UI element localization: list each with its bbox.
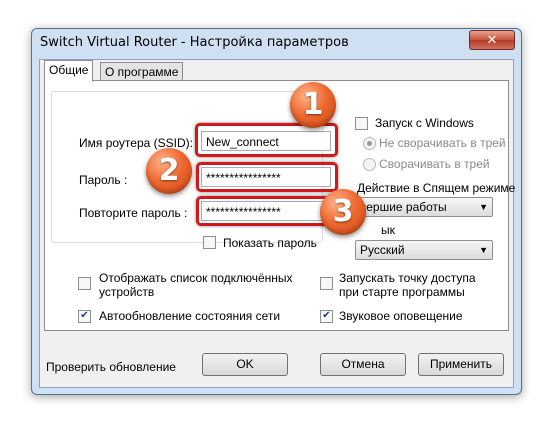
highlight-password [196, 162, 338, 192]
sleep-action-label: Действие в Спящем режиме [357, 181, 516, 195]
sleep-action-select[interactable]: вершие работы ▼ [355, 197, 493, 217]
chevron-down-icon: ▼ [479, 245, 488, 255]
radio-no-minimize[interactable] [363, 137, 376, 150]
show-devices-checkbox[interactable] [78, 277, 91, 290]
settings-window: Switch Virtual Router - Настройка параме… [31, 28, 522, 395]
show-devices-label: Отображать список подключённых устройств [99, 271, 293, 299]
sound-label: Звуковое оповещение [339, 309, 463, 323]
chevron-down-icon: ▼ [479, 202, 488, 212]
check-icon: ✔ [80, 310, 89, 321]
language-select[interactable]: Русский ▼ [355, 240, 493, 260]
autostart-ap-label-line1: Запускать точку доступа [339, 271, 476, 285]
apply-button[interactable]: Применить [418, 353, 504, 376]
general-tab-panel: Имя роутера (SSID): New_connect Пароль :… [44, 80, 515, 331]
router-name-label: Имя роутера (SSID): [79, 136, 193, 150]
annotation-badge-3: 3 [320, 189, 366, 235]
language-label: ык [381, 223, 395, 237]
annotation-badge-2: 2 [146, 148, 192, 194]
window-title: Switch Virtual Router - Настройка параме… [40, 35, 349, 50]
language-value: Русский [360, 243, 405, 257]
autostart-ap-label: Запускать точку доступа при старте прогр… [339, 271, 476, 299]
ok-button[interactable]: OK [202, 353, 288, 376]
check-icon: ✔ [322, 310, 331, 321]
dialog-client-area: Общие О программе Имя роутера (SSID): Ne… [39, 59, 515, 388]
autostart-ap-checkbox[interactable] [320, 277, 333, 290]
highlight-ssid [195, 123, 338, 157]
radio-no-minimize-label: Не сворачивать в трей [379, 136, 506, 150]
startup-checkbox[interactable] [355, 117, 368, 130]
check-update-link[interactable]: Проверить обновление [46, 360, 176, 374]
password-label: Пароль : [79, 173, 128, 187]
autostart-ap-label-line2: при старте программы [339, 285, 465, 299]
tab-about[interactable]: О программе [100, 62, 184, 81]
tab-general[interactable]: Общие [44, 60, 94, 82]
radio-minimize[interactable] [363, 158, 376, 171]
cancel-button[interactable]: Отмена [320, 353, 406, 376]
repeat-password-label: Повторите пароль : [79, 206, 188, 220]
close-button[interactable]: ✕ [469, 30, 515, 50]
show-devices-label-line2: устройств [99, 285, 155, 299]
show-devices-label-line1: Отображать список подключённых [99, 271, 293, 285]
sleep-action-value: вершие работы [360, 200, 447, 214]
show-password-checkbox[interactable] [203, 236, 216, 249]
highlight-repeat-password [196, 196, 338, 226]
show-password-label: Показать пароль [223, 236, 317, 250]
auto-update-label: Автообновление состояния сети [99, 309, 281, 323]
sound-checkbox[interactable]: ✔ [320, 310, 333, 323]
radio-minimize-label: Сворачивать в трей [379, 157, 490, 171]
annotation-badge-1: 1 [290, 82, 336, 128]
close-icon: ✕ [486, 32, 498, 47]
startup-label: Запуск с Windows [375, 116, 474, 130]
auto-update-checkbox[interactable]: ✔ [78, 310, 91, 323]
